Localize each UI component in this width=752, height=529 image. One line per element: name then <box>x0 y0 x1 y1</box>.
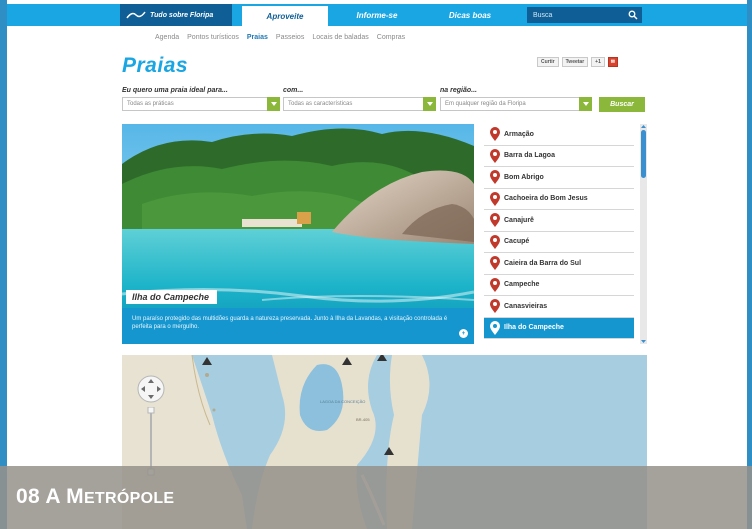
tab-informe-se[interactable]: Informe-se <box>337 4 417 26</box>
list-item-label: Campeche <box>504 281 540 289</box>
list-item[interactable]: Caieira da Barra do Sul <box>484 253 634 275</box>
filter-practice-select[interactable]: Todas as práticas <box>122 97 280 111</box>
filter-region-select[interactable]: Em qualquer região da Floripa <box>440 97 592 111</box>
list-item[interactable]: Cacupé <box>484 232 634 253</box>
search-button[interactable]: Buscar <box>599 97 645 112</box>
road-label: BR-405 <box>356 417 370 422</box>
list-item[interactable]: Canajurê <box>484 210 634 232</box>
chapter-number: 08 <box>16 485 40 508</box>
search-input[interactable] <box>533 11 623 19</box>
share-red-icon[interactable]: ✉ <box>607 57 618 67</box>
search-icon[interactable] <box>628 10 638 20</box>
chevron-down-icon[interactable] <box>579 97 592 111</box>
list-item-label: Armação <box>504 130 534 138</box>
tab-dicas-boas[interactable]: Dicas boas <box>425 4 515 26</box>
list-item[interactable]: Ilha do Campeche <box>484 317 634 339</box>
sub-navigation: Agenda Pontos turísticos Praias Passeios… <box>155 34 405 41</box>
beach-list-scrollbar[interactable] <box>640 124 647 344</box>
chevron-down-icon[interactable] <box>267 97 280 111</box>
scroll-down-icon[interactable] <box>641 339 646 344</box>
chapter-title: 08 A METRÓPOLE <box>16 485 174 509</box>
list-item[interactable]: Bom Abrigo <box>484 167 634 189</box>
scrollbar-thumb[interactable] <box>641 130 646 178</box>
map-pin-icon <box>490 320 500 335</box>
logo-text: Tudo sobre Floripa <box>150 11 214 19</box>
list-item-label: Canajurê <box>504 216 534 224</box>
filter-region-label: na região... <box>440 87 477 94</box>
map-pin-icon <box>490 234 500 249</box>
subnav-item-agenda[interactable]: Agenda <box>155 34 179 41</box>
share-buttons: Curtir Tweetar +1 ✉ <box>537 57 618 67</box>
list-item-label: Bom Abrigo <box>504 173 544 181</box>
list-item-label: Canasvieiras <box>504 302 548 310</box>
subnav-item-compras[interactable]: Compras <box>377 34 405 41</box>
map-pin-icon <box>490 256 500 270</box>
list-item[interactable]: Barra da Lagoa <box>484 146 634 167</box>
list-item-label: Cacupé <box>504 238 530 246</box>
subnav-item-passeios[interactable]: Passeios <box>276 34 304 41</box>
map-pin-icon <box>490 299 500 313</box>
list-item[interactable]: Cachoeira do Bom Jesus <box>484 189 634 210</box>
map-pin-icon <box>490 277 500 292</box>
top-navigation-bar: Tudo sobre Floripa Aproveite Informe-se … <box>7 4 747 26</box>
logo-wave-icon <box>126 11 146 19</box>
twitter-tweet-button[interactable]: Tweetar <box>561 57 589 67</box>
chapter-banner: 08 A METRÓPOLE <box>0 466 752 529</box>
beach-list: Armação Barra da Lagoa Bom Abrigo Cachoeira… <box>484 124 634 344</box>
chevron-down-icon[interactable] <box>423 97 436 111</box>
list-item-label: Ilha do Campeche <box>504 324 564 332</box>
plus-icon[interactable]: + <box>459 329 468 338</box>
chapter-title-rest: ETRÓPOLE <box>83 490 175 507</box>
search-box <box>527 7 642 23</box>
filter-practice-label: Eu quero uma praia ideal para... <box>122 87 228 94</box>
screenshot-frame: Tudo sobre Floripa Aproveite Informe-se … <box>0 0 752 529</box>
site-logo[interactable]: Tudo sobre Floripa <box>120 4 232 26</box>
facebook-like-button[interactable]: Curtir <box>537 57 559 67</box>
lake-label: LAGOA DA CONCEIÇÃO <box>320 399 365 404</box>
beach-photo-panel: Ilha do Campeche Um paraíso protegido da… <box>122 124 474 344</box>
map-pan-control[interactable] <box>137 375 165 403</box>
filter-features-value: Todas as características <box>288 101 353 107</box>
chapter-title-first: A M <box>45 485 84 508</box>
map-pin-icon <box>490 191 500 206</box>
map-pin-icon <box>490 127 500 141</box>
subnav-item-praias[interactable]: Praias <box>247 34 268 41</box>
photo-caption-text: Um paraíso protegido das multidões guard… <box>122 308 474 344</box>
list-item[interactable]: Canasvieiras <box>484 296 634 318</box>
tab-aproveite[interactable]: Aproveite <box>242 6 328 26</box>
map-pin-icon <box>490 170 500 184</box>
filter-practice-value: Todas as práticas <box>127 101 174 107</box>
filter-region-value: Em qualquer região da Floripa <box>445 101 526 107</box>
filter-features-select[interactable]: Todas as características <box>283 97 436 111</box>
page-title: Praias <box>122 54 189 77</box>
list-item-label: Cachoeira do Bom Jesus <box>504 195 588 203</box>
photo-caption-title: Ilha do Campeche <box>126 290 218 304</box>
list-item[interactable]: Armação <box>484 124 634 146</box>
google-plus-button[interactable]: +1 <box>591 57 605 67</box>
list-item-label: Caieira da Barra do Sul <box>504 259 582 267</box>
map-pin-icon <box>490 213 500 227</box>
website-page: Tudo sobre Floripa Aproveite Informe-se … <box>7 0 747 529</box>
list-item-label: Barra da Lagoa <box>504 152 555 160</box>
subnav-item-locais-de-baladas[interactable]: Locais de baladas <box>312 34 368 41</box>
filter-features-label: com... <box>283 87 304 94</box>
scroll-up-icon[interactable] <box>641 124 646 129</box>
subnav-item-pontos-turisticos[interactable]: Pontos turísticos <box>187 34 239 41</box>
map-pin-icon <box>490 148 500 163</box>
list-item[interactable]: Campeche <box>484 275 634 296</box>
